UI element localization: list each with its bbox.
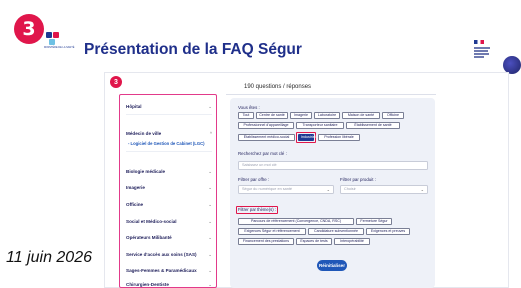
sidebar-item-sages-femmes[interactable]: Sages-Femmes & Paramédicaux ⌄	[126, 268, 212, 273]
offer-filter-label: Filtrer par offre :	[238, 177, 270, 182]
divider	[126, 151, 212, 152]
republique-francaise-logo	[474, 40, 498, 64]
chevron-down-icon: ⌄	[208, 252, 212, 257]
sidebar-item-label: Sages-Femmes & Paramédicaux	[126, 268, 197, 273]
category-sidebar: Hôpital ⌄ Médecin de ville ^ - Logiciel …	[119, 94, 217, 288]
sub-step-badge: 3	[110, 76, 122, 88]
ministry-logo-text: MINISTÈRE DE LA SANTÉ	[44, 46, 75, 49]
sidebar-item-label: Service d'accès aux soins (SAS)	[126, 252, 197, 257]
offer-select[interactable]: Ségur du numérique en santé ⌄	[238, 185, 334, 194]
divider	[126, 114, 212, 115]
vous-etes-label: Vous êtes :	[238, 105, 260, 110]
chevron-down-icon: ⌄	[420, 187, 424, 192]
product-select-value: Choisir	[344, 187, 356, 191]
reset-button[interactable]: Réinitialiser	[317, 260, 347, 271]
offer-select-value: Ségur du numérique en santé	[242, 187, 293, 191]
sidebar-item-label: Imagerie	[126, 185, 145, 190]
chip-tout[interactable]: Tout	[238, 112, 254, 119]
sidebar-item-sas[interactable]: Service d'accès aux soins (SAS) ⌄	[126, 252, 212, 257]
theme-filter-label: Filtrer par thème(s) :	[238, 207, 276, 212]
sidebar-subitem-lgc[interactable]: - Logiciel de Gestion de Cabinet (LGC)	[128, 141, 214, 146]
chevron-down-icon: ⌄	[208, 169, 212, 174]
sidebar-item-medecin-de-ville[interactable]: Médecin de ville ^	[126, 131, 212, 136]
chip-etablissement-de-sante[interactable]: Établissement de santé	[346, 122, 400, 129]
sidebar-item-label: Chirurgien-Dentiste	[126, 282, 169, 287]
chip-espaces-de-tests[interactable]: Espaces de tests	[296, 238, 332, 245]
chip-professionnel-appareillage[interactable]: Professionnel d'appareillage	[238, 122, 294, 129]
chevron-up-icon: ^	[209, 131, 212, 136]
sidebar-item-hopital[interactable]: Hôpital ⌄	[126, 104, 212, 109]
step-badge: 3	[14, 14, 44, 44]
sidebar-item-officine[interactable]: Officine ⌄	[126, 202, 212, 207]
search-label: Recherchez par mot clé :	[238, 151, 287, 156]
sidebar-item-label: Hôpital	[126, 104, 142, 109]
sidebar-item-biologie-medicale[interactable]: Biologie médicale ⌄	[126, 169, 212, 174]
sidebar-item-label: Biologie médicale	[126, 169, 166, 174]
sidebar-item-operateurs[interactable]: Opérateurs Milibanté ⌄	[126, 235, 212, 240]
chevron-down-icon: ⌄	[208, 219, 212, 224]
divider	[226, 94, 436, 95]
chip-officine[interactable]: Officine	[382, 112, 404, 119]
chevron-down-icon: ⌄	[326, 187, 330, 192]
chip-profession-liberale[interactable]: Profession libérale	[318, 134, 360, 141]
ministry-logo: MINISTÈRE DE LA SANTÉ	[44, 29, 74, 53]
chevron-down-icon: ⌄	[208, 185, 212, 190]
chip-industriel[interactable]: Industriel	[298, 134, 316, 141]
chevron-down-icon: ⌄	[208, 268, 212, 273]
sidebar-item-social-medico-social[interactable]: Social et Médico-social ⌄	[126, 219, 212, 224]
product-select[interactable]: Choisir ⌄	[340, 185, 428, 194]
sidebar-item-label: Officine	[126, 202, 144, 207]
sidebar-item-chirurgien-dentiste[interactable]: Chirurgien-Dentiste ⌄	[126, 282, 212, 287]
chip-transporteur-sanitaire[interactable]: Transporteur sanitaire	[296, 122, 344, 129]
slide-date: 11 juin 2026	[6, 249, 92, 266]
chip-exigences-segur[interactable]: Exigences Ségur et référencement	[238, 228, 306, 235]
sidebar-item-label: Opérateurs Milibanté	[126, 235, 172, 240]
product-filter-label: Filtrer par produit :	[340, 177, 376, 182]
chip-parcours-referencement[interactable]: Parcours de référencement (Convergence, …	[238, 218, 354, 225]
chip-financement-prestations[interactable]: Financement des prestations	[238, 238, 294, 245]
questions-count: 190 questions / réponses	[244, 84, 312, 90]
chip-maison-de-sante[interactable]: Maison de santé	[342, 112, 380, 119]
chevron-down-icon: ⌄	[208, 235, 212, 240]
chevron-down-icon: ⌄	[208, 104, 212, 109]
slide: 3 MINISTÈRE DE LA SANTÉ Présentation de …	[0, 0, 521, 288]
chevron-down-icon: ⌄	[208, 202, 212, 207]
search-input[interactable]: Saisissez un mot clé	[238, 161, 428, 170]
chip-exigences-preuves[interactable]: Exigences et preuves	[366, 228, 410, 235]
chip-laboratoire[interactable]: Laboratoire	[314, 112, 340, 119]
sidebar-item-label: Social et Médico-social	[126, 219, 177, 224]
chip-centre-de-sante[interactable]: Centre de santé	[256, 112, 288, 119]
chevron-down-icon: ⌄	[208, 282, 212, 287]
chip-etablissement-medico-social[interactable]: Établissement médico-social	[238, 134, 295, 141]
chip-candidature-subventionnee[interactable]: Candidature subventionnée	[308, 228, 364, 235]
chip-imagerie[interactable]: Imagerie	[290, 112, 312, 119]
sidebar-item-label: Médecin de ville	[126, 131, 162, 136]
chip-fermeture-segur[interactable]: Fermeture Ségur	[356, 218, 392, 225]
chip-interoperabilite[interactable]: Interopérabilité	[334, 238, 370, 245]
slide-title: Présentation de la FAQ Ségur	[84, 41, 302, 58]
sidebar-item-imagerie[interactable]: Imagerie ⌄	[126, 185, 212, 190]
